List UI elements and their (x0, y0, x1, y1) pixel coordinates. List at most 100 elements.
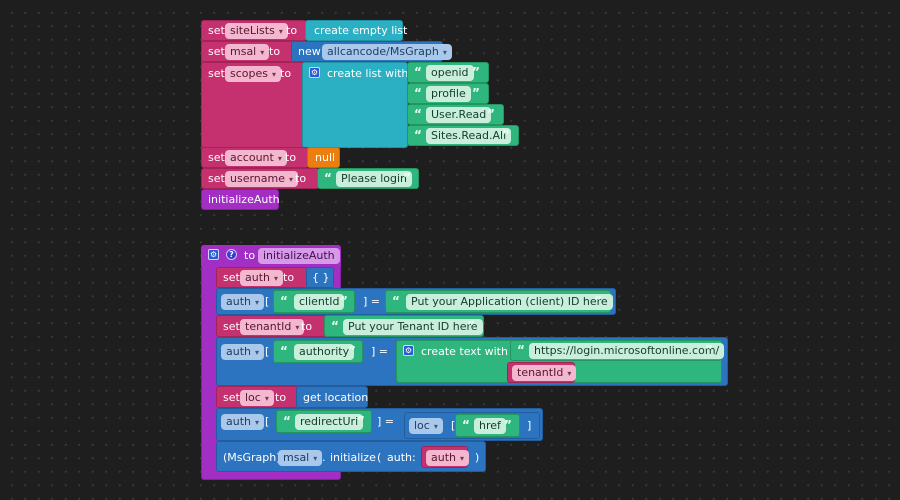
set-tenantid-block[interactable]: set tenantId to (216, 315, 326, 337)
string-block-please-login[interactable]: “ Please login ” (317, 168, 419, 189)
string-block-profile[interactable]: “ profile ” (407, 83, 489, 104)
close-quote-icon: ” (705, 343, 713, 357)
string-block-redirecturi[interactable]: “ redirectUri ” (276, 410, 372, 433)
string-block-tenant-placeholder[interactable]: “ Put your Tenant ID here ” (324, 315, 484, 337)
variable-dropdown-tenantid[interactable]: tenantId (512, 365, 577, 381)
new-keyword: new (298, 45, 321, 58)
string-block-authority[interactable]: “ authority ” (273, 340, 363, 363)
set-username-block[interactable]: set username to (201, 168, 319, 189)
open-quote-icon: “ (331, 319, 339, 333)
close-quote-icon: ” (472, 65, 480, 79)
close-quote-icon: ” (594, 294, 602, 308)
set-keyword: set (208, 24, 225, 37)
close-quote-icon: ” (467, 319, 475, 333)
close-quote-icon: ” (504, 418, 512, 432)
assign-equals: ] = (363, 295, 381, 308)
set-keyword: set (223, 271, 240, 284)
function-name-field[interactable]: initializeAuth (258, 248, 340, 264)
string-field[interactable]: href (474, 418, 506, 434)
arg-label: auth: (387, 451, 416, 464)
create-empty-list-label: create empty list (314, 24, 408, 37)
string-block-openid[interactable]: “ openid ” (407, 62, 489, 83)
method-name-label: initialize (330, 451, 376, 464)
set-auth-block[interactable]: set auth to (216, 267, 308, 288)
string-block-login-url[interactable]: “ https://login.microsoftonline.com/ ” (510, 340, 725, 361)
string-block-user-read[interactable]: “ User.Read ” (407, 104, 504, 125)
gear-icon[interactable]: ⚙ (208, 249, 219, 260)
object-dropdown-auth[interactable]: auth (221, 414, 265, 430)
string-block-client-placeholder[interactable]: “ Put your Application (client) ID here … (385, 290, 613, 313)
string-field[interactable]: authority (294, 344, 355, 360)
string-block-clientid[interactable]: “ clientId ” (273, 290, 355, 313)
variable-dropdown-tenantid[interactable]: tenantId (240, 319, 305, 335)
string-field[interactable]: openid (426, 65, 474, 81)
open-bracket: [ (265, 295, 270, 308)
empty-object-label: { } (312, 271, 330, 284)
gear-icon[interactable]: ⚙ (403, 345, 414, 356)
create-empty-list-block[interactable]: create empty list (305, 20, 407, 41)
variable-dropdown-msal[interactable]: msal (225, 44, 270, 60)
variable-dropdown-auth[interactable]: auth (426, 450, 470, 466)
close-quote-icon: ” (340, 294, 348, 308)
new-class-block[interactable]: new allcancode/MsGraph (291, 41, 452, 62)
function-header[interactable]: ⚙ ? to initializeAuth (201, 245, 341, 266)
variable-dropdown-account[interactable]: account (225, 150, 287, 166)
open-quote-icon: “ (280, 294, 288, 308)
set-keyword: set (208, 45, 225, 58)
variable-dropdown-scopes[interactable]: scopes (225, 66, 282, 82)
to-keyword: to (286, 24, 298, 37)
variable-dropdown-auth[interactable]: auth (240, 270, 284, 286)
open-quote-icon: “ (324, 171, 332, 185)
variable-dropdown-sitelists[interactable]: siteLists (225, 23, 288, 39)
object-dropdown-msal[interactable]: msal (278, 450, 323, 466)
object-dropdown-auth[interactable]: auth (221, 294, 265, 310)
set-scopes-block[interactable]: set scopes to (201, 62, 305, 148)
open-quote-icon: “ (462, 418, 470, 432)
open-quote-icon: “ (392, 294, 400, 308)
string-field[interactable]: redirectUri (295, 414, 364, 430)
open-quote-icon: “ (414, 107, 422, 121)
open-quote-icon: “ (283, 414, 291, 428)
assign-equals: ] = (371, 345, 389, 358)
set-account-block[interactable]: set account to (201, 147, 309, 168)
class-dropdown[interactable]: allcancode/MsGraph (322, 44, 452, 60)
cast-label: (MsGraph) (223, 451, 281, 464)
object-dropdown-auth[interactable]: auth (221, 344, 265, 360)
string-block-href[interactable]: “ href ” (455, 414, 520, 437)
get-location-block[interactable]: get location (296, 386, 368, 408)
get-auth-block[interactable]: auth (421, 446, 470, 468)
empty-object-block[interactable]: { } (306, 267, 334, 288)
set-sitelists-block[interactable]: set siteLists to (201, 20, 307, 41)
to-keyword: to (269, 45, 281, 58)
close-quote-icon: ” (472, 86, 480, 100)
object-dropdown-loc[interactable]: loc (409, 418, 443, 434)
help-icon[interactable]: ? (226, 249, 237, 260)
call-initializeauth-block[interactable]: initializeAuth (201, 189, 280, 210)
variable-dropdown-username[interactable]: username (225, 171, 299, 187)
string-block-sites-read-all[interactable]: “ Sites.Read.All ” (407, 125, 519, 146)
get-tenantid-block[interactable]: tenantId (507, 362, 577, 383)
create-list-with-label: create list with (327, 67, 409, 80)
open-bracket: [ (265, 345, 270, 358)
string-field[interactable]: profile (426, 86, 471, 102)
open-quote-icon: “ (414, 65, 422, 79)
gear-icon[interactable]: ⚙ (309, 67, 320, 78)
open-quote-icon: “ (414, 128, 422, 142)
string-field[interactable]: User.Read (426, 107, 492, 123)
close-quote-icon: ” (357, 414, 365, 428)
open-paren: ( (377, 451, 382, 464)
set-loc-block[interactable]: set loc to (216, 386, 298, 408)
variable-dropdown-loc[interactable]: loc (240, 390, 274, 406)
string-field[interactable]: clientId (294, 294, 345, 310)
to-keyword: to (244, 249, 256, 262)
null-block[interactable]: null (307, 147, 340, 168)
create-list-with-block[interactable]: ⚙ create list with (302, 62, 408, 148)
set-keyword: set (208, 172, 225, 185)
string-field[interactable]: Sites.Read.All (426, 128, 512, 144)
set-msal-block[interactable]: set msal to (201, 41, 293, 62)
string-field[interactable]: Put your Tenant ID here (343, 319, 483, 335)
string-field[interactable]: https://login.microsoftonline.com/ (529, 343, 725, 359)
open-bracket: [ (265, 415, 270, 428)
string-field[interactable]: Please login (336, 171, 412, 187)
string-field[interactable]: Put your Application (client) ID here (406, 294, 613, 310)
